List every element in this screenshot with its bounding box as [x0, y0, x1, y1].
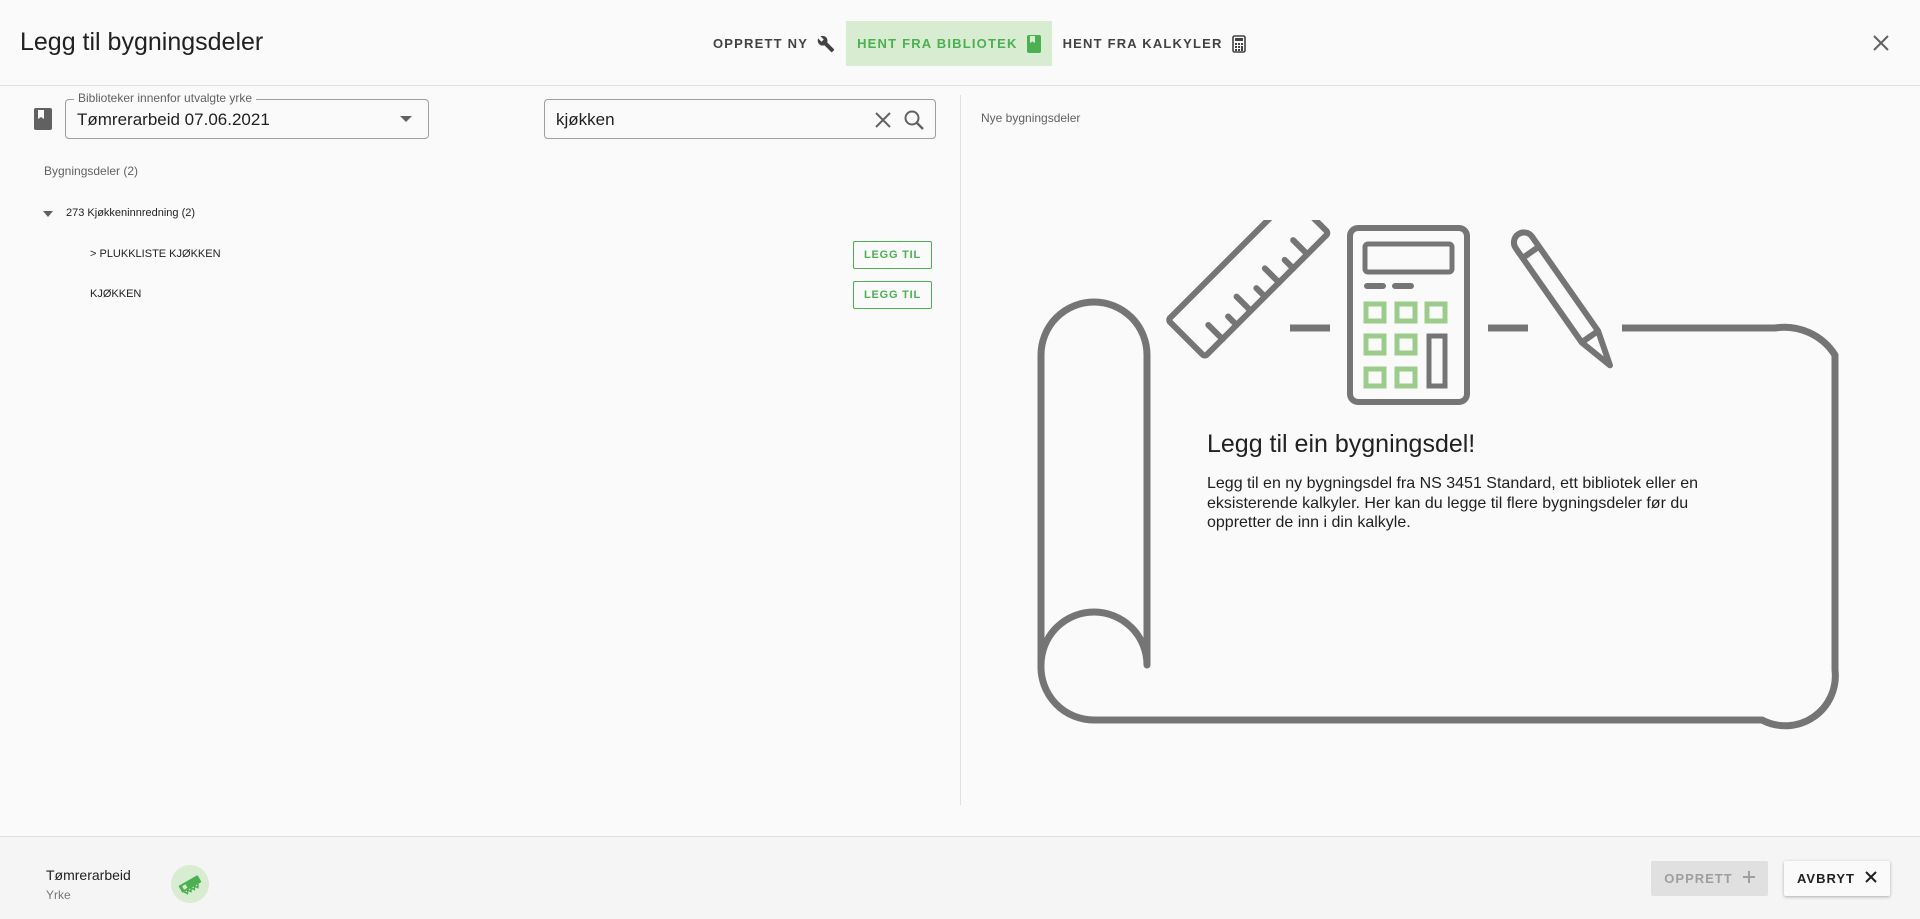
- create-button-label: OPPRETT: [1664, 871, 1733, 886]
- add-button[interactable]: LEGG TIL: [853, 241, 932, 269]
- close-icon: [1865, 871, 1877, 886]
- add-button[interactable]: LEGG TIL: [853, 281, 932, 309]
- trade-name: Tømrerarbeid: [46, 867, 131, 883]
- library-select-label: Biblioteker innenfor utvalgte yrke: [74, 91, 257, 105]
- expand-caret-icon[interactable]: [43, 211, 53, 217]
- search-icon[interactable]: [903, 109, 925, 136]
- tab-hent-fra-bibliotek[interactable]: HENT FRA BIBLIOTEK: [846, 21, 1052, 66]
- cancel-button[interactable]: AVBRYT: [1784, 861, 1890, 896]
- close-icon[interactable]: [1870, 32, 1892, 54]
- right-panel-label: Nye bygningsdeler: [981, 111, 1081, 125]
- dialog-title: Legg til bygningsdeler: [20, 28, 264, 56]
- dialog-footer: Tømrerarbeid Yrke OPPRETT AVBRYT: [0, 836, 1920, 919]
- empty-state-text: Legg til en ny bygningsdel fra NS 3451 S…: [1207, 475, 1698, 531]
- library-select-value: Tømrerarbeid 07.06.2021: [77, 110, 270, 129]
- search-input[interactable]: [556, 108, 856, 132]
- search-field: [544, 99, 936, 139]
- tree-item-label[interactable]: > PLUKKLISTE KJØKKEN: [90, 248, 221, 260]
- calculator-icon: [1231, 34, 1246, 53]
- create-button[interactable]: OPPRETT: [1651, 861, 1768, 896]
- empty-state-title: Legg til ein bygningsdel!: [1207, 430, 1476, 458]
- dialog-header: Legg til bygningsdeler OPPRETT NY HENT F…: [0, 0, 1920, 86]
- saw-icon: [171, 865, 209, 903]
- library-book-icon: [34, 108, 52, 135]
- panel-divider: [960, 95, 961, 805]
- tree-node-label[interactable]: 273 Kjøkkeninnredning (2): [66, 207, 195, 219]
- source-tabs: OPPRETT NY HENT FRA BIBLIOTEK HENT FRA K…: [702, 21, 1257, 66]
- plus-icon: [1742, 871, 1755, 886]
- cancel-button-label: AVBRYT: [1797, 871, 1855, 886]
- section-label: Bygningsdeler (2): [44, 164, 139, 178]
- clear-icon[interactable]: [873, 110, 893, 135]
- tab-hent-fra-kalkyler[interactable]: HENT FRA KALKYLER: [1052, 21, 1257, 66]
- tree-item-label[interactable]: KJØKKEN: [90, 288, 141, 300]
- tab-label: HENT FRA KALKYLER: [1062, 36, 1223, 51]
- tab-label: HENT FRA BIBLIOTEK: [857, 36, 1018, 51]
- trade-subtitle: Yrke: [46, 888, 71, 902]
- tab-label: OPPRETT NY: [713, 36, 809, 51]
- book-icon: [1026, 34, 1041, 53]
- dropdown-arrow-icon[interactable]: [400, 116, 412, 122]
- tab-opprett-ny[interactable]: OPPRETT NY: [702, 21, 846, 66]
- wrench-icon: [817, 35, 835, 53]
- library-select[interactable]: Biblioteker innenfor utvalgte yrke Tømre…: [65, 91, 429, 139]
